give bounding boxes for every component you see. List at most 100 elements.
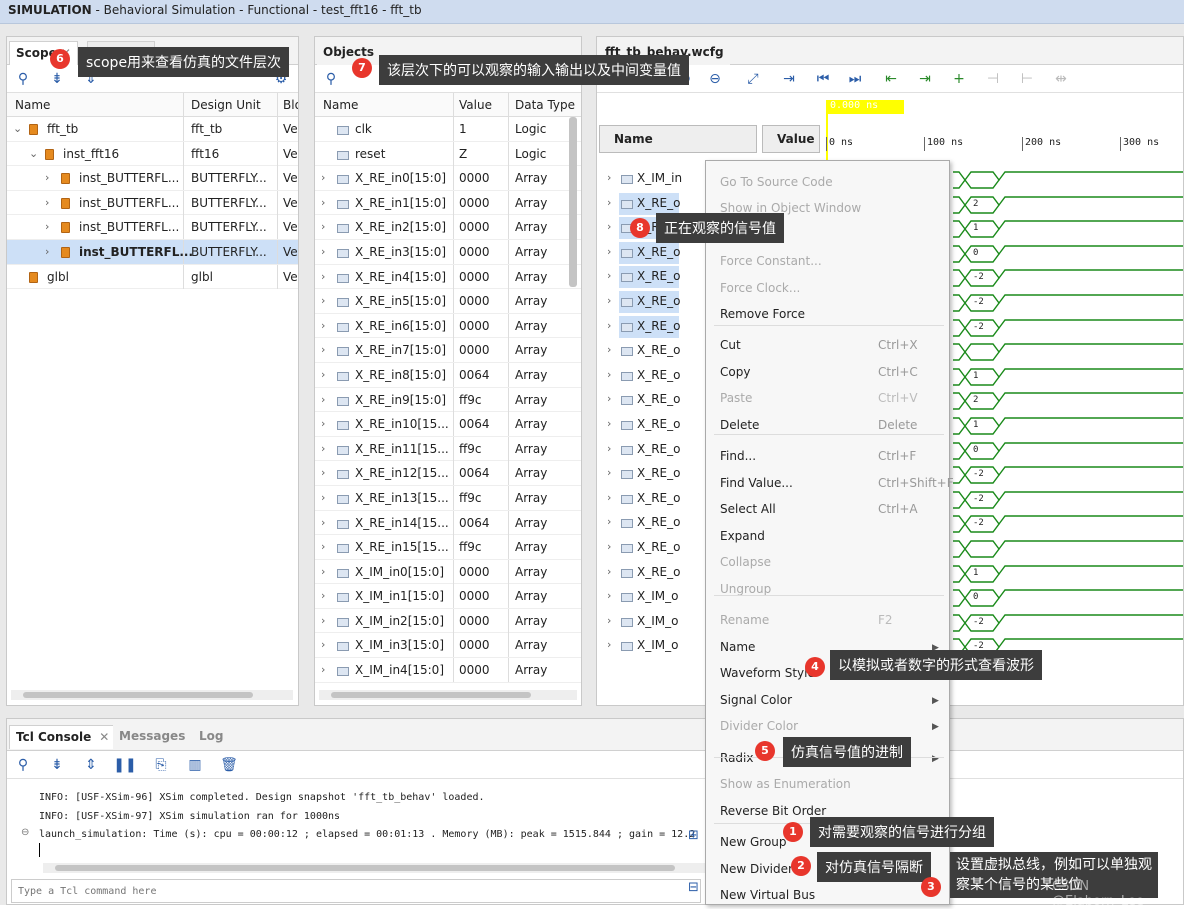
chevron-right-icon[interactable]: › xyxy=(45,245,49,258)
col-data-type[interactable]: Data Type xyxy=(515,98,575,112)
object-row[interactable]: › X_RE_in1[15:0] 0000 Array xyxy=(315,190,581,216)
waveform-trace[interactable] xyxy=(953,489,1183,511)
wave-signal-name[interactable]: X_RE_o xyxy=(637,368,680,382)
wave-signal-name[interactable]: X_RE_o xyxy=(637,319,680,333)
scope-row[interactable]: › inst_BUTTERFL... BUTTERFLY... Ve xyxy=(7,215,298,240)
add-marker-icon[interactable]: + xyxy=(949,69,969,89)
chevron-right-icon[interactable]: › xyxy=(607,417,611,430)
chevron-right-icon[interactable]: › xyxy=(607,294,611,307)
clear-icon[interactable]: 🗑 xyxy=(219,755,239,775)
chevron-right-icon[interactable]: › xyxy=(607,491,611,504)
wave-col-name[interactable]: Name xyxy=(599,125,757,153)
menu-item[interactable]: New Divider xyxy=(720,862,793,876)
col-name[interactable]: Name xyxy=(15,98,50,112)
wave-signal-name[interactable]: X_RE_o xyxy=(637,466,680,480)
menu-item[interactable]: Find... xyxy=(720,449,756,463)
object-row[interactable]: › X_RE_in5[15:0] 0000 Array xyxy=(315,289,581,314)
object-row[interactable]: › X_RE_in2[15:0] 0000 Array xyxy=(315,215,581,240)
collapse-toggle-icon[interactable]: ⊖ xyxy=(21,827,29,838)
object-row[interactable]: clk 1 Logic xyxy=(315,117,581,142)
chevron-down-icon[interactable]: ⌄ xyxy=(29,147,38,160)
collapse-all-icon[interactable]: ⇟ xyxy=(47,69,67,89)
chevron-right-icon[interactable]: › xyxy=(607,343,611,356)
menu-item[interactable]: New Virtual Bus xyxy=(720,888,815,902)
chevron-right-icon[interactable]: › xyxy=(607,220,611,233)
waveform-trace[interactable] xyxy=(953,292,1183,314)
scope-row[interactable]: › inst_BUTTERFL... BUTTERFLY... Ve xyxy=(7,190,298,216)
waveform-trace[interactable] xyxy=(953,267,1183,289)
wave-signal-name[interactable]: X_IM_o xyxy=(637,589,678,603)
menu-item[interactable]: Expand xyxy=(720,529,765,543)
swap-cursors-icon[interactable]: ⇹ xyxy=(1051,69,1071,89)
wave-signal-name[interactable]: X_RE_o xyxy=(637,294,680,308)
expand-all-icon[interactable]: ⇕ xyxy=(81,755,101,775)
object-row[interactable]: › X_IM_in4[15:0] 0000 Array xyxy=(315,658,581,683)
chevron-right-icon[interactable]: › xyxy=(607,442,611,455)
chevron-right-icon[interactable]: › xyxy=(607,466,611,479)
scope-row[interactable]: › inst_BUTTERFL... BUTTERFLY... Ve xyxy=(7,166,298,191)
chevron-right-icon[interactable]: › xyxy=(607,515,611,528)
previous-marker-icon[interactable]: ⊣ xyxy=(983,69,1003,89)
next-marker-icon[interactable]: ⊢ xyxy=(1017,69,1037,89)
chevron-right-icon[interactable]: › xyxy=(321,171,325,184)
go-to-end-icon[interactable]: ⏭ xyxy=(845,69,865,89)
menu-item[interactable]: Cut xyxy=(720,338,741,352)
waveform-trace[interactable] xyxy=(953,317,1183,339)
waveform-trace[interactable] xyxy=(953,538,1183,560)
waveform-trace[interactable] xyxy=(953,612,1183,634)
search-icon[interactable]: ⚲ xyxy=(13,69,33,89)
chevron-right-icon[interactable]: › xyxy=(321,368,325,381)
pause-icon[interactable]: ❚❚ xyxy=(113,755,136,775)
wave-signal-name[interactable]: X_RE_o xyxy=(637,540,680,554)
chevron-right-icon[interactable]: › xyxy=(607,638,611,651)
waveform-trace[interactable] xyxy=(953,243,1183,265)
search-icon[interactable]: ⚲ xyxy=(13,755,33,775)
col-value[interactable]: Value xyxy=(459,98,492,112)
waveform-trace[interactable] xyxy=(953,563,1183,585)
go-to-start-icon[interactable]: ⏮ xyxy=(813,69,833,89)
wave-signal-name[interactable]: X_RE_o xyxy=(637,392,680,406)
chevron-right-icon[interactable]: › xyxy=(607,171,611,184)
scope-row[interactable]: › inst_BUTTERFL... BUTTERFLY... Ve xyxy=(7,239,298,265)
wave-col-value[interactable]: Value xyxy=(762,125,820,153)
copy-icon[interactable]: ⎘ xyxy=(151,755,171,775)
wave-signal-name[interactable]: X_RE_o xyxy=(637,269,680,283)
menu-item[interactable]: Copy xyxy=(720,365,750,379)
chevron-right-icon[interactable]: › xyxy=(607,319,611,332)
menu-item[interactable]: Select All xyxy=(720,502,776,516)
chevron-right-icon[interactable]: › xyxy=(607,540,611,553)
objects-vscroll[interactable] xyxy=(569,117,577,287)
wave-signal-name[interactable]: X_IM_in xyxy=(637,171,682,185)
scope-row[interactable]: glbl glbl Ve xyxy=(7,264,298,290)
chevron-right-icon[interactable]: › xyxy=(607,589,611,602)
object-row[interactable]: › X_RE_in9[15:0] ff9c Array xyxy=(315,387,581,413)
waveform-trace[interactable] xyxy=(953,366,1183,388)
chevron-right-icon[interactable]: › xyxy=(607,196,611,209)
object-row[interactable]: › X_RE_in0[15:0] 0000 Array xyxy=(315,166,581,191)
chevron-right-icon[interactable]: › xyxy=(607,392,611,405)
object-row[interactable]: › X_IM_in2[15:0] 0000 Array xyxy=(315,608,581,634)
wave-signal-name[interactable]: X_RE_o xyxy=(637,565,680,579)
chevron-down-icon[interactable]: ⌄ xyxy=(13,122,22,135)
next-transition-icon[interactable]: ⇥ xyxy=(915,69,935,89)
table-icon[interactable]: ▥ xyxy=(185,755,205,775)
object-row[interactable]: › X_RE_in7[15:0] 0000 Array xyxy=(315,338,581,363)
object-row[interactable]: › X_RE_in8[15:0] 0064 Array xyxy=(315,362,581,388)
wave-signal-name[interactable]: X_RE_o xyxy=(637,343,680,357)
chevron-right-icon[interactable]: › xyxy=(607,269,611,282)
menu-item[interactable]: Name xyxy=(720,640,755,654)
scope-row[interactable]: ⌄ inst_fft16 fft16 Ve xyxy=(7,141,298,167)
waveform-trace[interactable] xyxy=(953,341,1183,363)
scope-row[interactable]: ⌄ fft_tb fft_tb Ve xyxy=(7,117,298,142)
chevron-right-icon[interactable]: › xyxy=(607,245,611,258)
object-row[interactable]: › X_RE_in12[15... 0064 Array xyxy=(315,461,581,486)
wave-signal-name[interactable]: X_RE_o xyxy=(637,245,680,259)
menu-item[interactable]: Find Value... xyxy=(720,476,793,490)
object-row[interactable]: › X_RE_in6[15:0] 0000 Array xyxy=(315,313,581,339)
object-row[interactable]: › X_RE_in4[15:0] 0000 Array xyxy=(315,264,581,290)
tab-log[interactable]: Log xyxy=(193,725,230,749)
col-design-unit[interactable]: Design Unit xyxy=(191,98,261,112)
chevron-right-icon[interactable]: › xyxy=(321,245,325,258)
chevron-right-icon[interactable]: › xyxy=(321,294,325,307)
waveform-trace[interactable] xyxy=(953,513,1183,535)
